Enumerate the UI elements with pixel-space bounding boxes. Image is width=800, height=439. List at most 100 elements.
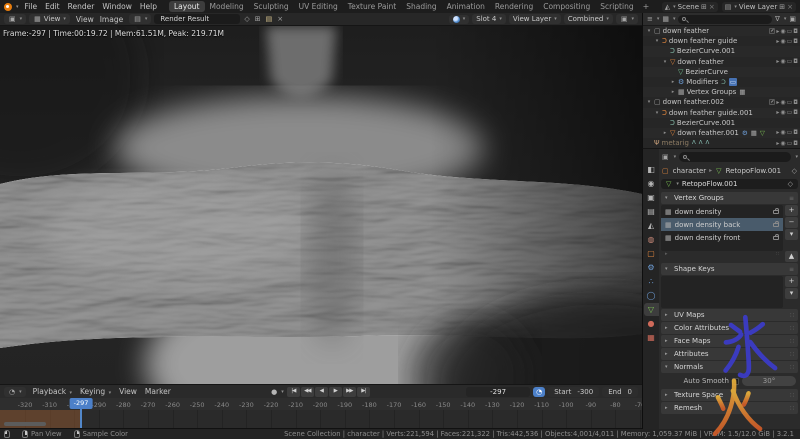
frame-start-field[interactable]: Start-300 — [548, 387, 599, 397]
timeline-menu-view[interactable]: View — [115, 387, 141, 396]
curve-data-icon[interactable]: Ɔ — [721, 78, 726, 86]
playhead-marker[interactable]: -297 — [70, 398, 93, 409]
current-frame-field[interactable]: -297 — [466, 387, 530, 397]
play-reverse-button[interactable]: ◀ — [315, 387, 328, 397]
outliner-row-beziercurve-001[interactable]: ƆBezierCurve.001 — [643, 46, 800, 56]
expand-toggle-icon[interactable]: ▸ — [662, 130, 668, 136]
viewport-disable-icon[interactable]: ▭ — [787, 109, 793, 116]
select-toggle-icon[interactable]: ▸ — [776, 58, 779, 65]
vertex-group-row-down-density[interactable]: ▦down density — [661, 205, 783, 218]
expand-toggle-icon[interactable]: ▾ — [662, 59, 668, 65]
workspace-tab-uv-editing[interactable]: UV Editing — [294, 1, 343, 12]
hide-eye-icon[interactable]: ◉ — [780, 129, 785, 136]
properties-options-icon[interactable]: ▾ — [795, 154, 798, 160]
shape-keys-panel-header[interactable]: ▾ Shape Keys ≡ — [661, 263, 798, 275]
select-toggle-icon[interactable]: ▸ — [776, 140, 779, 147]
image-editor-menu-view[interactable]: View — [73, 15, 97, 24]
outliner-row-modifiers[interactable]: ▸⚙ModifiersƆ▭ — [643, 77, 800, 87]
pin-icon[interactable]: ◇ — [791, 167, 798, 175]
properties-tab-view-layer[interactable]: ▤ — [644, 205, 659, 218]
timeline-menu-keying[interactable]: Keying ▾ — [76, 387, 115, 396]
playhead-line[interactable] — [80, 408, 82, 428]
open-image-folder-icon[interactable]: ▤ — [265, 15, 274, 23]
select-toggle-icon[interactable]: ▸ — [776, 109, 779, 116]
timeline-track-area[interactable]: -320-310-300-290-280-270-260-250-240-230… — [0, 398, 642, 429]
hide-eye-icon[interactable]: ◉ — [780, 140, 785, 147]
viewport-disable-icon[interactable]: ▭ — [787, 99, 793, 106]
timeline-ruler[interactable]: -320-310-300-290-280-270-260-250-240-230… — [0, 398, 642, 410]
outliner-row-down-feather-guide[interactable]: ▾Ɔdown feather guide▸◉▭◘ — [643, 36, 800, 46]
data-green-icon[interactable]: ▽ — [760, 129, 765, 137]
new-view-layer-icon[interactable]: ⊞ — [779, 3, 785, 11]
jump-to-start-button[interactable]: |◀ — [287, 387, 300, 397]
workspace-tab-texture-paint[interactable]: Texture Paint — [343, 1, 401, 12]
fake-user-shield-icon[interactable]: ◇ — [787, 180, 794, 188]
workspace-tab-layout[interactable]: Layout — [169, 1, 205, 12]
workspace-tab-shading[interactable]: Shading — [401, 1, 441, 12]
properties-tab-render[interactable]: ◉ — [644, 177, 659, 190]
image-editor-mode-dropdown[interactable]: ▦View▾ — [29, 14, 70, 24]
panel-header-texture-space[interactable]: ▸Texture Space∷ — [661, 389, 798, 401]
outliner-row-down-feather-guide-001[interactable]: ▾Ɔdown feather guide.001▸◉▭◘ — [643, 108, 800, 118]
workspace-tab-animation[interactable]: Animation — [442, 1, 490, 12]
remove-vertex-group-button[interactable]: − — [785, 217, 798, 228]
hide-eye-icon[interactable]: ◉ — [780, 28, 785, 35]
outliner-options-icon[interactable]: ▣ — [788, 15, 797, 23]
add-workspace-button[interactable]: + — [639, 2, 654, 11]
remove-view-layer-icon[interactable]: × — [787, 3, 793, 11]
timeline-editor-type-button[interactable]: ◔▾ — [4, 387, 26, 397]
lock-icon[interactable] — [773, 223, 779, 227]
properties-tab-texture[interactable]: ▦ — [644, 331, 659, 344]
figure-icon[interactable]: Λ — [699, 140, 703, 146]
vertex-group-specials-button[interactable]: ▾ — [785, 229, 798, 240]
outliner-row-beziercurve-001[interactable]: ƆBezierCurve.001 — [643, 118, 800, 128]
select-toggle-icon[interactable]: ▸ — [776, 99, 779, 106]
image-editor-menu-image[interactable]: Image — [97, 15, 127, 24]
outliner-row-metarig[interactable]: ΨmetarigΛΛΛ▸◉▭◘ — [643, 138, 800, 148]
expand-toggle-icon[interactable]: ▾ — [654, 110, 660, 116]
select-toggle-icon[interactable]: ▸ — [776, 38, 779, 45]
layer-dropdown[interactable]: View Layer▾ — [509, 14, 561, 24]
properties-tab-modifiers[interactable]: ⚙ — [644, 261, 659, 274]
hide-eye-icon[interactable]: ◉ — [780, 58, 785, 65]
properties-editor-type-icon[interactable]: ▣ — [661, 153, 670, 161]
timeline-menu-marker[interactable]: Marker — [141, 387, 175, 396]
properties-tab-object-data[interactable]: ▽ — [644, 303, 659, 316]
filter-funnel-icon[interactable]: ∇ — [774, 15, 781, 23]
outliner-search-input[interactable] — [678, 15, 773, 24]
workspace-tab-modeling[interactable]: Modeling — [205, 1, 249, 12]
panel-header-uv-maps[interactable]: ▸UV Maps∷ — [661, 309, 798, 321]
display-channels-dropdown[interactable]: ▾ — [449, 15, 470, 24]
slot-dropdown[interactable]: Slot 4▾ — [472, 14, 506, 24]
panel-header-color-attributes[interactable]: ▸Color Attributes∷ — [661, 322, 798, 334]
render-view[interactable]: Frame:-297 | Time:00:19.72 | Mem:61.51M,… — [0, 26, 642, 384]
collection-checkbox[interactable]: ✓ — [769, 28, 775, 34]
render-disable-icon[interactable]: ◘ — [793, 129, 798, 136]
viewport-disable-icon[interactable]: ▭ — [787, 140, 793, 147]
render-disable-icon[interactable]: ◘ — [793, 38, 798, 45]
outliner-row-down-feather-002[interactable]: ▾▢down feather.002✓▸◉▭◘ — [643, 97, 800, 107]
outliner-row-down-feather-001[interactable]: ▸▽down feather.001⚙▦▽▸◉▭◘ — [643, 128, 800, 138]
workspace-tab-rendering[interactable]: Rendering — [490, 1, 538, 12]
render-disable-icon[interactable]: ◘ — [793, 140, 798, 147]
frame-end-field[interactable]: End0 — [602, 387, 638, 397]
modifier-icon[interactable]: ⚙ — [742, 129, 748, 137]
viewport-disable-icon[interactable]: ▭ — [787, 28, 793, 35]
figure-icon[interactable]: Λ — [692, 140, 696, 146]
expand-toggle-icon[interactable]: ▾ — [646, 28, 652, 34]
viewport-disable-icon[interactable]: ▭ — [787, 129, 793, 136]
editor-type-button[interactable]: ▣▾ — [4, 14, 26, 24]
image-pin-button[interactable]: ▣▾ — [616, 14, 638, 24]
panel-menu-icon[interactable]: ≡ — [789, 195, 794, 202]
properties-tab-object[interactable]: ▢ — [644, 247, 659, 260]
outliner-row-down-feather[interactable]: ▾▢down feather✓▸◉▭◘ — [643, 26, 800, 36]
expand-toggle-icon[interactable]: ▾ — [646, 99, 652, 105]
workspace-tab-scripting[interactable]: Scripting — [595, 1, 638, 12]
outliner-row-down-feather[interactable]: ▾▽down feather▸◉▭◘ — [643, 57, 800, 67]
outliner-row-vertex-groups[interactable]: ▸▦Vertex Groups▦ — [643, 87, 800, 97]
expand-toggle-icon[interactable]: ▾ — [654, 38, 660, 44]
render-disable-icon[interactable]: ◘ — [793, 99, 798, 106]
vertex-group-row-down-density-front[interactable]: ▦down density front — [661, 231, 783, 244]
menu-help[interactable]: Help — [136, 2, 161, 11]
pass-dropdown[interactable]: Combined▾ — [564, 14, 613, 24]
